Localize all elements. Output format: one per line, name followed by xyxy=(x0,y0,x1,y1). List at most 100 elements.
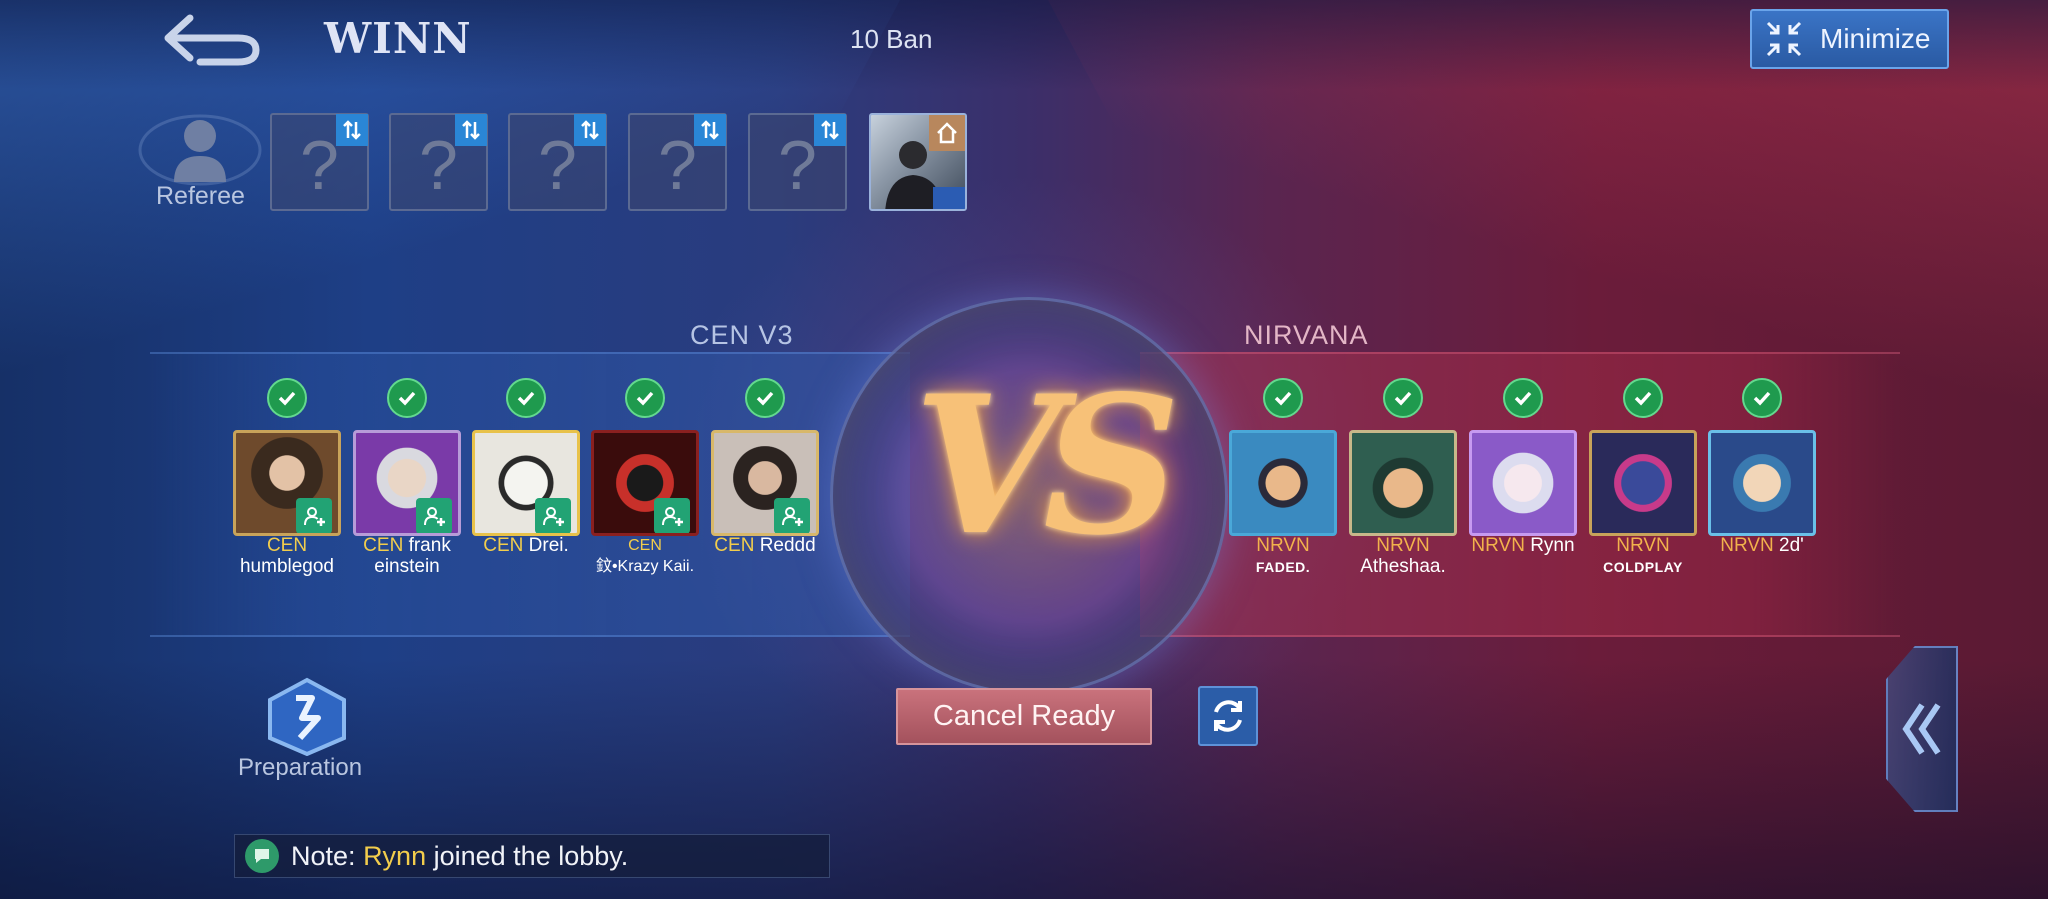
note-prefix: Note: xyxy=(291,840,356,871)
player-name-label: NRVN COLDPLAY xyxy=(1576,535,1710,578)
ban-slot[interactable]: ? xyxy=(748,113,847,211)
ready-check-icon xyxy=(267,378,307,418)
notification-text: Note: Rynn joined the lobby. xyxy=(291,841,628,872)
player-card[interactable]: CEN humblegod xyxy=(230,378,344,578)
minimize-icon xyxy=(1766,21,1802,57)
player-name: humblegod xyxy=(239,556,335,577)
player-team-tag: NRVN xyxy=(1720,535,1774,556)
lobby-notification: Note: Rynn joined the lobby. xyxy=(234,834,830,878)
player-card[interactable]: NRVN COLDPLAY xyxy=(1586,378,1700,578)
back-arrow-icon xyxy=(164,14,260,66)
preparation-button[interactable]: Preparation xyxy=(230,676,380,786)
ready-check-icon xyxy=(745,378,785,418)
expand-panel-button[interactable] xyxy=(1886,646,1958,812)
player-avatar xyxy=(1229,430,1337,536)
ban-slot[interactable]: ? xyxy=(508,113,607,211)
player-name: COLDPLAY xyxy=(1603,559,1683,575)
player-name: Atheshaa. xyxy=(1360,556,1446,577)
player-avatar xyxy=(233,430,341,536)
player-card[interactable]: NRVN Atheshaa. xyxy=(1346,378,1460,578)
minimize-button[interactable]: Minimize xyxy=(1750,9,1949,69)
host-avatar-slot[interactable] xyxy=(869,113,967,211)
player-name-label: NRVN FADED. xyxy=(1216,535,1350,578)
player-avatar xyxy=(472,430,580,536)
add-friend-icon[interactable] xyxy=(535,498,571,533)
ready-check-icon xyxy=(506,378,546,418)
team-right-name: NIRVANA xyxy=(1244,320,1369,350)
player-name-label: NRVN Rynn xyxy=(1456,535,1590,556)
ready-check-icon xyxy=(1742,378,1782,418)
ban-slot[interactable]: ? xyxy=(270,113,369,211)
player-avatar xyxy=(591,430,699,536)
swap-icon[interactable] xyxy=(455,114,487,146)
player-team-tag: NRVN xyxy=(1616,535,1670,556)
ready-check-icon xyxy=(1503,378,1543,418)
player-team-tag: CEN xyxy=(628,537,662,554)
player-name-label: NRVN 2d' xyxy=(1695,535,1829,556)
player-card[interactable]: CEN frank einstein xyxy=(350,378,464,578)
ban-slot[interactable]: ? xyxy=(389,113,488,211)
lobby-title: WINN xyxy=(324,14,472,63)
player-card[interactable]: CEN Reddd xyxy=(708,378,822,578)
add-friend-icon[interactable] xyxy=(416,498,452,533)
chat-icon xyxy=(245,839,279,873)
player-name-label: CEN Drei. xyxy=(459,535,593,556)
swap-icon[interactable] xyxy=(694,114,726,146)
referee-label: Referee xyxy=(156,182,245,210)
player-name-label: CEN humblegod xyxy=(220,535,354,577)
referee-silhouette-icon xyxy=(138,114,262,186)
player-card[interactable]: NRVN 2d' xyxy=(1705,378,1819,578)
ready-check-icon xyxy=(387,378,427,418)
ban-slot[interactable]: ? xyxy=(628,113,727,211)
add-friend-icon[interactable] xyxy=(296,498,332,533)
player-avatar xyxy=(1349,430,1457,536)
refresh-button[interactable] xyxy=(1198,686,1258,746)
swap-icon[interactable] xyxy=(574,114,606,146)
player-name: Drei. xyxy=(528,535,569,556)
swap-icon[interactable] xyxy=(336,114,368,146)
player-team-tag: CEN xyxy=(714,535,755,556)
player-team-tag: NRVN xyxy=(1256,535,1310,556)
player-card[interactable]: NRVN FADED. xyxy=(1226,378,1340,578)
back-button[interactable] xyxy=(160,10,260,70)
header-shade xyxy=(0,0,2048,90)
home-icon xyxy=(929,115,965,151)
vs-label: VS xyxy=(913,353,1181,577)
player-card[interactable]: NRVN Rynn xyxy=(1466,378,1580,578)
add-friend-icon[interactable] xyxy=(774,498,810,533)
preparation-icon xyxy=(268,677,346,756)
minimize-label: Minimize xyxy=(1820,23,1931,54)
player-team-tag: NRVN xyxy=(1376,535,1430,556)
ready-check-icon xyxy=(1383,378,1423,418)
note-player-name: Rynn xyxy=(363,840,427,871)
preparation-label: Preparation xyxy=(238,754,363,781)
player-team-tag: CEN xyxy=(483,535,524,556)
player-name-label: CEN 鈫•Krazy Kaii. xyxy=(578,535,712,577)
player-name: 鈫•Krazy Kaii. xyxy=(595,558,695,575)
player-avatar xyxy=(711,430,819,536)
refresh-icon xyxy=(1214,700,1242,732)
referee-slot[interactable]: Referee xyxy=(130,110,270,220)
ban-mode-label: 10 Ban xyxy=(850,24,933,54)
player-card[interactable]: CEN Drei. xyxy=(469,378,583,578)
player-name-label: NRVN Atheshaa. xyxy=(1336,535,1470,577)
lobby-screen: WINN 10 Ban Minimize Referee ? ? ? ? ? C… xyxy=(0,0,2048,899)
player-team-tag: CEN xyxy=(266,535,308,556)
player-avatar xyxy=(353,430,461,536)
ready-check-icon xyxy=(1623,378,1663,418)
player-card[interactable]: CEN 鈫•Krazy Kaii. xyxy=(588,378,702,578)
cancel-ready-button[interactable]: Cancel Ready xyxy=(896,688,1152,745)
player-name: Reddd xyxy=(759,535,816,556)
team-left-name: CEN V3 xyxy=(690,320,794,350)
swap-icon[interactable] xyxy=(814,114,846,146)
note-message: joined the lobby. xyxy=(433,840,629,871)
double-chevron-left-icon xyxy=(1902,703,1941,755)
add-friend-icon[interactable] xyxy=(654,498,690,533)
player-avatar xyxy=(1469,430,1577,536)
player-avatar xyxy=(1589,430,1697,536)
player-name-label: CEN Reddd xyxy=(698,535,832,556)
player-avatar xyxy=(1708,430,1816,536)
player-name: 2d' xyxy=(1779,535,1804,556)
player-team-tag: CEN xyxy=(363,535,404,556)
player-name: FADED. xyxy=(1255,559,1311,575)
